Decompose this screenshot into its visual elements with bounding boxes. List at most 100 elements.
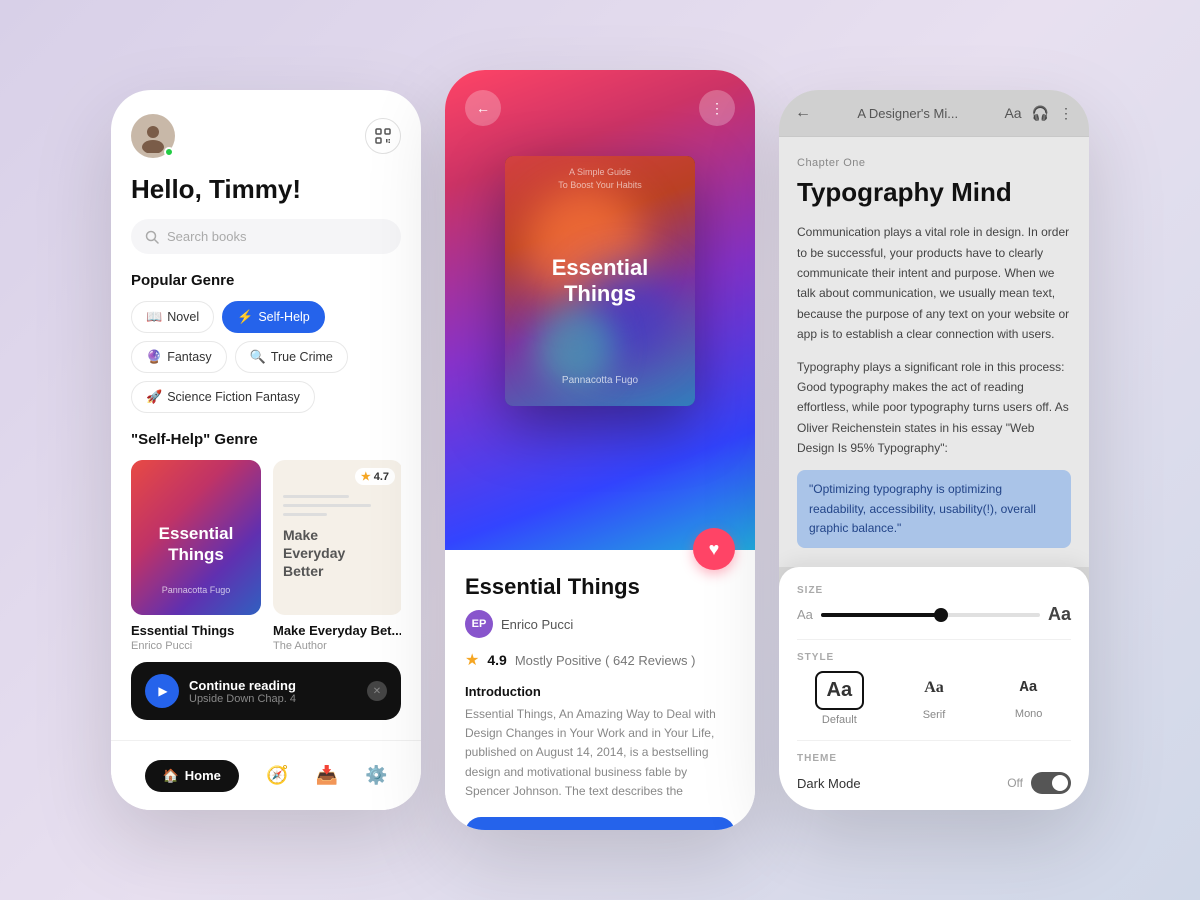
style-section-label: STYLE [797, 652, 1071, 663]
detail-topbar: ← ⋮ [445, 70, 755, 146]
start-reading-button[interactable]: Start reading [465, 817, 735, 830]
headphones-icon[interactable]: 🎧 [1032, 105, 1049, 122]
author-avatar: EP [465, 610, 493, 638]
play-button[interactable] [145, 674, 179, 708]
theme-row: Dark Mode Off [797, 772, 1071, 794]
size-section-label: SIZE [797, 585, 1071, 596]
scan-button[interactable] [365, 118, 401, 154]
continue-reading-toast[interactable]: Continue reading Upside Down Chap. 4 ✕ [131, 662, 401, 720]
book-card-essential[interactable]: ★ 4.9 EssentialThings Pannacotta Fugo Es… [131, 460, 261, 652]
book-detail-content: Essential Things EP Enrico Pucci ★ 4.9 M… [445, 550, 755, 830]
genre-label-truecrime: True Crime [271, 350, 333, 364]
inbox-icon[interactable]: 📥 [315, 765, 337, 786]
selfhelp-genre-section-label: "Self-Help" Genre [131, 431, 401, 448]
bottom-navigation: 🏠 Home 🧭 📥 ⚙️ [111, 740, 421, 810]
popular-genre-label: Popular Genre [131, 272, 401, 289]
dark-mode-toggle[interactable] [1031, 772, 1071, 794]
style-mono-option[interactable]: Aa Mono [986, 671, 1071, 726]
hero-book-subtitle: Pannacotta Fugo [505, 375, 695, 386]
screen-home: Hello, Timmy! Search books Popular Genre… [111, 90, 421, 810]
intro-text: Essential Things, An Amazing Way to Deal… [465, 705, 735, 801]
font-size-large-label: Aa [1048, 604, 1071, 625]
book-cover-container: A Simple GuideTo Boost Your Habits Essen… [445, 146, 755, 406]
home-icon: 🏠 [163, 768, 179, 784]
book-cover-hero: A Simple GuideTo Boost Your Habits Essen… [505, 156, 695, 406]
reader-more-icon[interactable]: ⋮ [1059, 105, 1073, 122]
author-row: EP Enrico Pucci [465, 610, 735, 638]
font-size-row: Aa Aa [797, 604, 1071, 625]
style-default-label: Default [822, 714, 857, 726]
toast-subtitle: Upside Down Chap. 4 [189, 693, 357, 705]
genre-label-scifi: Science Fiction Fantasy [167, 390, 300, 404]
selfhelp-icon: ⚡ [237, 309, 253, 325]
intro-label: Introduction [465, 684, 735, 699]
reader-content: Chapter One Typography Mind Communicatio… [779, 137, 1089, 567]
genre-label-selfhelp: Self-Help [258, 310, 309, 324]
scifi-icon: 🚀 [146, 389, 162, 405]
search-placeholder: Search books [167, 229, 247, 244]
content-paragraph-1: Communication plays a vital role in desi… [797, 222, 1071, 344]
book-cover-essential: ★ 4.9 EssentialThings Pannacotta Fugo [131, 460, 261, 615]
screen-reader: ← A Designer's Mi... Aa 🎧 ⋮ Chapter One … [779, 90, 1089, 810]
style-serif-option[interactable]: Aa Serif [892, 671, 977, 726]
book-author-essential: Enrico Pucci [131, 640, 261, 652]
nav-home-button[interactable]: 🏠 Home [145, 760, 239, 792]
dark-mode-label: Dark Mode [797, 776, 861, 791]
font-size-small-label: Aa [797, 607, 813, 622]
font-size-label: Aa [1004, 105, 1021, 121]
theme-section-label: THEME [797, 753, 1071, 764]
user-avatar[interactable] [131, 114, 175, 158]
screen-book-detail: ← ⋮ A Simple GuideTo Boost Your Habits E… [445, 70, 755, 830]
settings-icon[interactable]: ⚙️ [365, 765, 387, 786]
reader-topbar-icons: Aa 🎧 ⋮ [1004, 105, 1073, 122]
style-mono-preview: Aa [1008, 671, 1050, 704]
genre-tag-truecrime[interactable]: 🔍 True Crime [235, 341, 348, 373]
book-hero-section: ← ⋮ A Simple GuideTo Boost Your Habits E… [445, 70, 755, 550]
style-default-option[interactable]: Aa Default [797, 671, 882, 726]
more-options-button[interactable]: ⋮ [699, 90, 735, 126]
rating-label: Mostly Positive ( 642 Reviews ) [515, 653, 696, 668]
genre-tag-fantasy[interactable]: 🔮 Fantasy [131, 341, 227, 373]
reader-back-button[interactable]: ← [795, 104, 811, 122]
hero-book-title: Essential Things [552, 255, 649, 308]
rating-star-icon: ★ [465, 650, 479, 670]
highlighted-quote: "Optimizing typography is optimizing rea… [797, 470, 1071, 548]
books-grid: ★ 4.9 EssentialThings Pannacotta Fugo Es… [131, 460, 401, 652]
toggle-row: Off [1007, 772, 1071, 794]
book-detail-title: Essential Things [465, 574, 735, 600]
explore-icon[interactable]: 🧭 [266, 765, 288, 786]
favorite-button[interactable]: ♥ [693, 528, 735, 570]
reader-topbar: ← A Designer's Mi... Aa 🎧 ⋮ [779, 90, 1089, 137]
book-cover-everyday: ★ 4.7 MakeEverydayBetter [273, 460, 401, 615]
home-header [131, 114, 401, 158]
genre-tag-scifi[interactable]: 🚀 Science Fiction Fantasy [131, 381, 315, 413]
toast-close-button[interactable]: ✕ [367, 681, 387, 701]
back-button-detail[interactable]: ← [465, 90, 501, 126]
font-size-slider[interactable] [821, 613, 1040, 617]
style-mono-label: Mono [1015, 708, 1043, 720]
chapter-title: Typography Mind [797, 177, 1071, 208]
genre-tag-selfhelp[interactable]: ⚡ Self-Help [222, 301, 325, 333]
style-serif-preview: Aa [912, 671, 956, 705]
style-default-preview: Aa [815, 671, 865, 710]
genre-label-fantasy: Fantasy [167, 350, 211, 364]
book-author-everyday: The Author [273, 640, 401, 652]
search-bar[interactable]: Search books [131, 219, 401, 254]
chapter-label: Chapter One [797, 157, 1071, 169]
online-indicator [164, 147, 174, 157]
genre-tags-container: 📖 Novel ⚡ Self-Help 🔮 Fantasy 🔍 True Cri… [131, 301, 401, 413]
author-name: Enrico Pucci [501, 617, 573, 632]
book-title-everyday: Make Everyday Bet... [273, 623, 401, 638]
book-title-essential: Essential Things [131, 623, 261, 638]
genre-tag-novel[interactable]: 📖 Novel [131, 301, 214, 333]
home-label: Home [185, 768, 221, 783]
toggle-knob [1052, 775, 1068, 791]
toast-text: Continue reading Upside Down Chap. 4 [189, 678, 357, 705]
star-icon-2: ★ [361, 470, 371, 483]
book-card-everyday[interactable]: ★ 4.7 MakeEverydayBetter Make Everyday B… [273, 460, 401, 652]
content-paragraph-2: Typography plays a significant role in t… [797, 357, 1071, 459]
novel-icon: 📖 [146, 309, 162, 325]
rating-value-everyday: 4.7 [374, 471, 389, 483]
greeting-text: Hello, Timmy! [131, 174, 401, 205]
fantasy-icon: 🔮 [146, 349, 162, 365]
